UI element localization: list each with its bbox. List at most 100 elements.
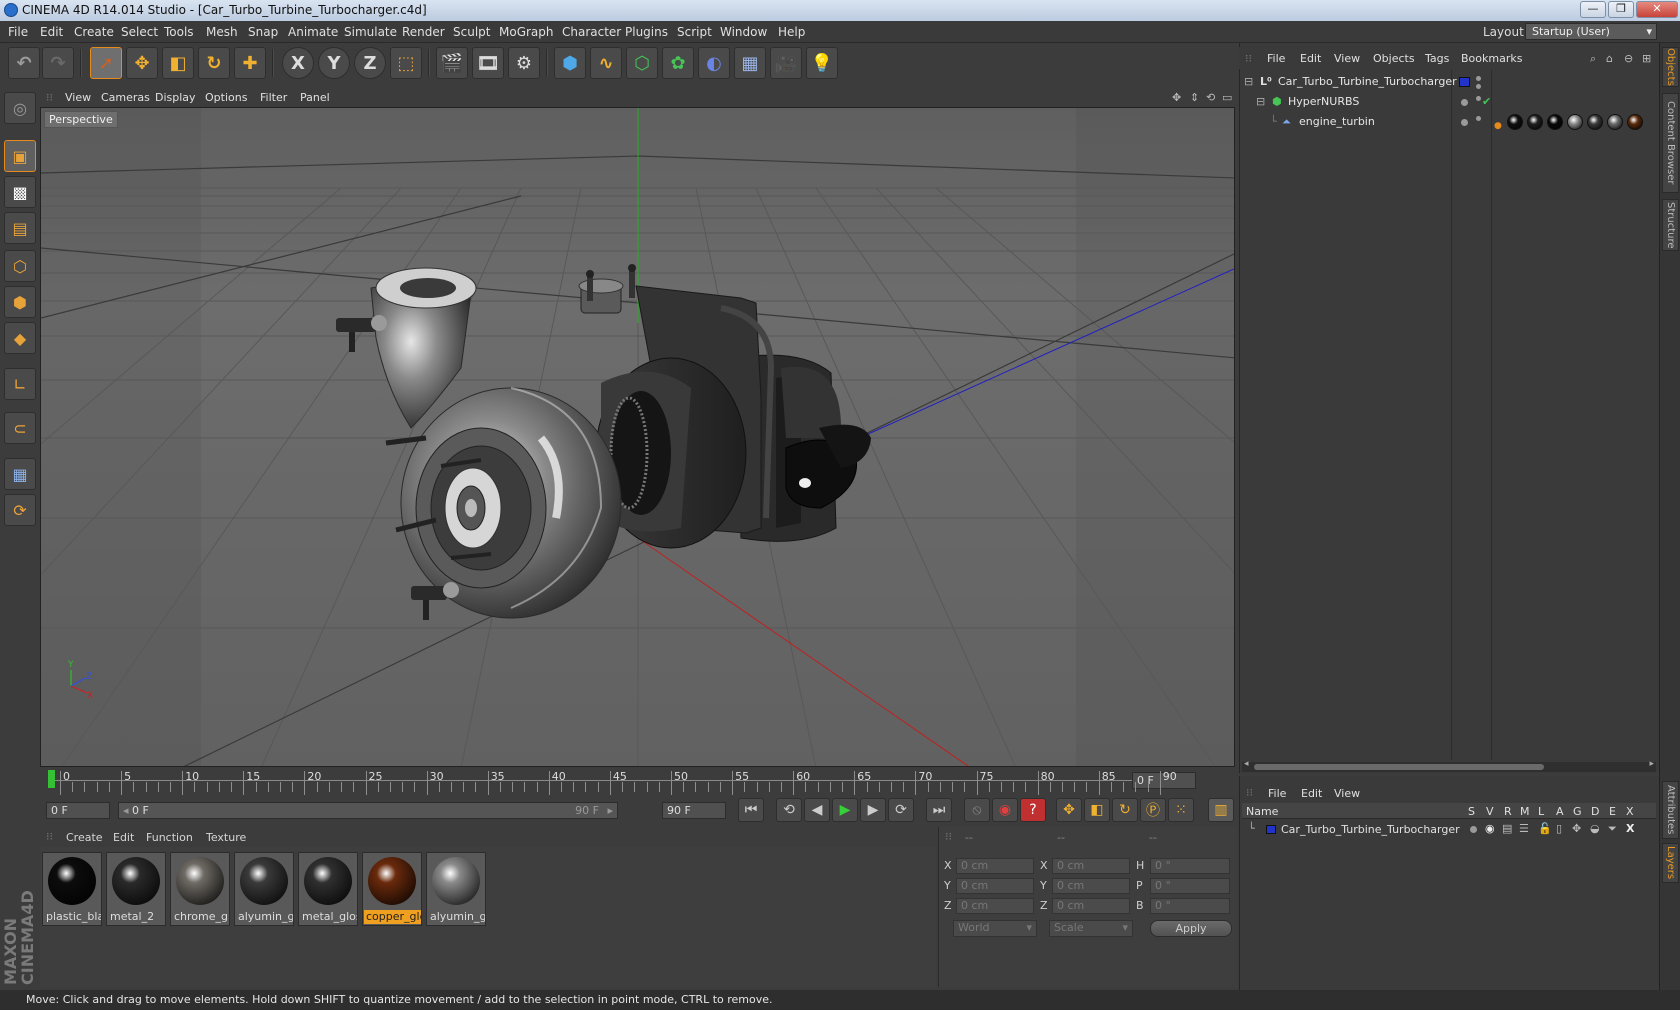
record-key-icon[interactable]: ⦸ <box>964 798 990 822</box>
material-menu-create[interactable]: Create <box>66 831 103 844</box>
restore-button[interactable]: ❐ <box>1608 1 1634 18</box>
layer-col-render[interactable]: R <box>1504 805 1512 818</box>
workplane-lock-icon[interactable]: ▦ <box>4 458 36 490</box>
make-editable-icon[interactable]: ◎ <box>4 92 36 124</box>
layer-name[interactable]: Car_Turbo_Turbine_Turbocharger <box>1281 823 1460 836</box>
pos-x-field[interactable]: 0 cm <box>956 858 1034 874</box>
layer-col-generators[interactable]: G <box>1573 805 1582 818</box>
menu-plugins[interactable]: Plugins <box>625 25 668 39</box>
menu-render[interactable]: Render <box>402 25 445 39</box>
menu-help[interactable]: Help <box>778 25 805 39</box>
layer-row[interactable]: └ Car_Turbo_Turbine_Turbocharger ◉ ▤ ☰ 🔓… <box>1242 821 1656 839</box>
menu-file[interactable]: File <box>8 25 28 39</box>
viewport-pan-icon[interactable]: ✥ <box>1172 91 1181 104</box>
viewport-zoom-icon[interactable]: ⇕ <box>1190 91 1199 104</box>
timeline-window-icon[interactable]: ▥ <box>1208 798 1234 822</box>
layer-col-animation[interactable]: A <box>1556 805 1564 818</box>
size-y-field[interactable]: 0 cm <box>1052 878 1130 894</box>
rot-h-field[interactable]: 0 ° <box>1150 858 1230 874</box>
editor-visibility-dot[interactable] <box>1476 96 1481 101</box>
pos-y-field[interactable]: 0 cm <box>956 878 1034 894</box>
material-tag-icon[interactable] <box>1547 114 1563 130</box>
enabled-check-icon[interactable]: ✔ <box>1482 92 1491 112</box>
spline-icon[interactable]: ∿ <box>590 47 622 79</box>
layout-dropdown[interactable]: Startup (User) ▾ <box>1525 23 1657 40</box>
pos-z-field[interactable]: 0 cm <box>956 898 1034 914</box>
texture-mode-icon[interactable]: ▩ <box>4 176 36 208</box>
viewport-menu-cameras[interactable]: Cameras <box>101 91 150 104</box>
x-axis-icon[interactable]: X <box>282 47 314 79</box>
viewport-menu-panel[interactable]: Panel <box>300 91 330 104</box>
menu-tools[interactable]: Tools <box>164 25 194 39</box>
timeline-ruler[interactable]: 0 F 0 5 10 15 20 25 30 35 40 45 50 55 60 65 70 75 80 85 90 <box>40 768 1237 798</box>
material-swatch[interactable]: metal_glos <box>298 852 358 926</box>
camera-icon[interactable]: 🎥 <box>770 47 802 79</box>
objects-menu-edit[interactable]: Edit <box>1300 52 1321 65</box>
viewport-menu-view[interactable]: View <box>65 91 91 104</box>
expand-toggle-icon[interactable]: ⊟ <box>1256 92 1265 112</box>
layer-color-swatch[interactable] <box>1459 77 1470 87</box>
object-row[interactable]: └ ⏶ engine_turbin ● <box>1240 112 1660 132</box>
render-icon[interactable]: ▤ <box>1502 822 1512 835</box>
previous-frame-icon[interactable]: ◀ <box>804 798 830 822</box>
key-scale-icon[interactable]: ◧ <box>1084 798 1110 822</box>
scroll-right-icon[interactable]: ▸ <box>1649 759 1654 769</box>
layers-menu-view[interactable]: View <box>1334 787 1360 800</box>
render-visibility-dot[interactable] <box>1476 84 1481 89</box>
object-name[interactable]: Car_Turbo_Turbine_Turbocharger <box>1278 72 1457 92</box>
coordinate-system-icon[interactable]: ⬚ <box>390 47 422 79</box>
editor-visibility-dot[interactable] <box>1476 76 1481 81</box>
go-to-end-icon[interactable]: ⏭ <box>926 798 952 822</box>
tab-attributes[interactable]: Attributes <box>1662 781 1679 839</box>
preview-range-slider[interactable]: ◂ 0 F 90 F ▸ <box>118 802 618 819</box>
keyframe-selection-icon[interactable]: ? <box>1020 798 1046 822</box>
material-swatch[interactable]: chrome_glo <box>170 852 230 926</box>
scroll-left-icon[interactable]: ◂ <box>1244 759 1249 769</box>
editor-visibility-dot[interactable] <box>1476 116 1481 121</box>
object-row[interactable]: ⊟ L⁰ Car_Turbo_Turbine_Turbocharger <box>1240 72 1660 92</box>
menu-window[interactable]: Window <box>720 25 767 39</box>
layers-menu-file[interactable]: File <box>1268 787 1286 800</box>
layer-col-view[interactable]: V <box>1486 805 1494 818</box>
timeline-playhead[interactable] <box>48 770 55 788</box>
size-mode-dropdown[interactable]: Scale ▾ <box>1049 920 1133 937</box>
snap-icon[interactable]: ⊂ <box>4 412 36 444</box>
edges-mode-icon[interactable]: ⬢ <box>4 286 36 318</box>
move-icon[interactable]: ✥ <box>126 47 158 79</box>
size-x-field[interactable]: 0 cm <box>1052 858 1130 874</box>
tab-content-browser[interactable]: Content Browser <box>1662 93 1679 193</box>
play-icon[interactable]: ▶ <box>832 798 858 822</box>
visibility-dot[interactable] <box>1461 99 1468 106</box>
size-z-field[interactable]: 0 cm <box>1052 898 1130 914</box>
menu-mograph[interactable]: MoGraph <box>499 25 554 39</box>
object-row[interactable]: ⊟ ⬢ HyperNURBS ✔ <box>1240 92 1660 112</box>
objects-menu-file[interactable]: File <box>1267 52 1285 65</box>
manager-icon[interactable]: ☰ <box>1519 822 1529 835</box>
layer-col-solo[interactable]: S <box>1468 805 1475 818</box>
perspective-viewport[interactable]: Y Z X Perspective <box>40 107 1235 767</box>
menu-edit[interactable]: Edit <box>40 25 63 39</box>
live-selection-icon[interactable]: ➚ <box>90 47 122 79</box>
expression-icon[interactable]: ⏷ <box>1608 822 1617 836</box>
viewport-menu-options[interactable]: Options <box>205 91 247 104</box>
rotate-icon[interactable]: ↻ <box>198 47 230 79</box>
layer-col-expressions[interactable]: E <box>1609 805 1616 818</box>
floor-scene-icon[interactable]: ▦ <box>734 47 766 79</box>
light-icon[interactable]: 💡 <box>806 47 838 79</box>
auto-keying-icon[interactable]: ◉ <box>992 798 1018 822</box>
material-tag-icon[interactable] <box>1627 114 1643 130</box>
key-parameter-icon[interactable]: Ⓟ <box>1140 798 1166 822</box>
menu-animate[interactable]: Animate <box>288 25 338 39</box>
material-swatch[interactable]: alyumin_gl <box>426 852 486 926</box>
edit-render-settings-icon[interactable]: ⚙ <box>508 47 540 79</box>
layer-color-swatch[interactable] <box>1266 825 1276 834</box>
phong-tag-icon[interactable]: ● <box>1494 116 1502 136</box>
go-to-start-icon[interactable]: ⏮ <box>738 798 764 822</box>
menu-create[interactable]: Create <box>74 25 114 39</box>
next-frame-icon[interactable]: ▶ <box>860 798 886 822</box>
recent-tool-icon[interactable]: ✚ <box>234 47 266 79</box>
search-icon[interactable]: ⌕ <box>1590 52 1596 66</box>
objects-menu-tags[interactable]: Tags <box>1425 52 1449 65</box>
layer-col-deformers[interactable]: D <box>1591 805 1599 818</box>
menu-mesh[interactable]: Mesh <box>206 25 238 39</box>
